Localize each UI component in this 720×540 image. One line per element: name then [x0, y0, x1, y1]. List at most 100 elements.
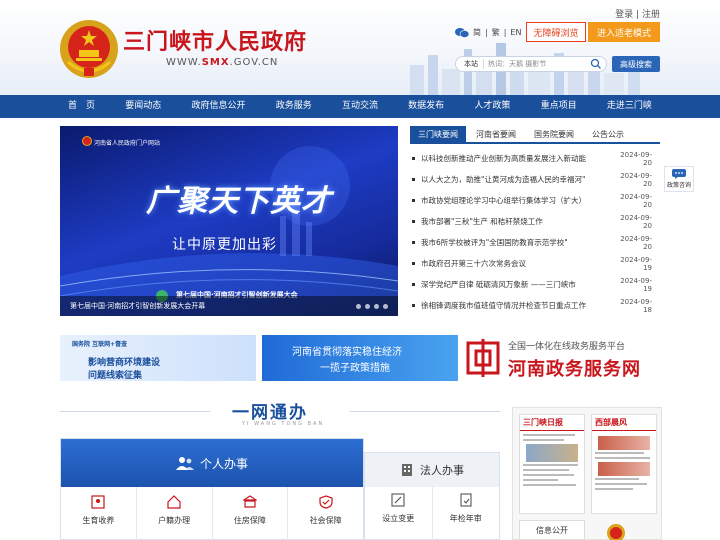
news-date: 2024-09-20 — [620, 234, 652, 251]
news-title[interactable]: 以人大之为，助推"让黄河成为造福人民的幸福河" — [421, 174, 612, 185]
bullet — [412, 220, 415, 223]
economy-policy-line2: 一揽子政策措施 — [320, 363, 390, 374]
newspaper-photo — [526, 444, 578, 462]
service-social-security[interactable]: 社会保障 — [288, 487, 363, 540]
info-disclosure-button[interactable]: 信息公开 — [519, 520, 585, 540]
text-line — [523, 469, 570, 471]
domain-suffix: .GOV.CN — [229, 57, 279, 68]
service-household-registration[interactable]: 户籍办理 — [137, 487, 213, 540]
nav-item-data[interactable]: 数据发布 — [400, 95, 452, 118]
nav-item-interaction[interactable]: 互动交流 — [334, 95, 386, 118]
search-input[interactable]: 热词：天鹅 摄影节 — [484, 59, 590, 69]
nav-item-services[interactable]: 政务服务 — [268, 95, 320, 118]
office-building-icon — [402, 464, 412, 476]
wechat-icon[interactable] — [455, 27, 469, 38]
policy-consult-button[interactable]: 政策咨询 — [664, 166, 694, 192]
news-panel: 三门峡要闻 河南省要闻 国务院要闻 公告公示 以科技创新推动产业创新为高质量发展… — [410, 126, 660, 316]
advanced-search-button[interactable]: 高级搜索 — [612, 56, 660, 72]
building-icon — [242, 495, 257, 508]
bullet — [412, 178, 415, 181]
tab-announcements[interactable]: 公告公示 — [584, 126, 632, 142]
news-date: 2024-09-20 — [620, 213, 652, 230]
accessible-browse-button[interactable]: 无障碍浏览 — [526, 22, 586, 42]
onestop-subtitle: YI WANG TONG BAN — [242, 421, 325, 427]
text-line — [523, 479, 558, 481]
list-item[interactable]: 以人大之为，助推"让黄河成为造福人民的幸福河" 2024-09-20 — [410, 169, 660, 190]
list-item[interactable]: 市政协党组理论学习中心组举行集体学习（扩大） 2024-09-20 — [410, 190, 660, 211]
service-establish-change[interactable]: 设立变更 — [365, 487, 433, 540]
text-line — [523, 484, 577, 486]
nav-item-gov-info[interactable]: 政府信息公开 — [183, 95, 253, 118]
news-title[interactable]: 我市部署"三秋"生产 和秸秆禁烧工作 — [421, 216, 612, 227]
emblem-icon[interactable] — [605, 522, 627, 540]
lang-english[interactable]: EN — [510, 28, 521, 37]
nav-item-home[interactable]: 首 页 — [60, 95, 104, 118]
nav-item-news[interactable]: 要闻动态 — [117, 95, 169, 118]
register-link[interactable]: 注册 — [642, 10, 660, 20]
policy-consult-label: 政策咨询 — [666, 182, 691, 189]
chat-bubble-icon — [672, 169, 686, 179]
text-line — [595, 457, 651, 459]
newspaper-second[interactable]: 西部晨风 — [591, 414, 657, 514]
nav-item-about-city[interactable]: 走进三门峡 — [599, 95, 660, 118]
newspaper-sanmenxia-daily[interactable]: 三门峡日报 — [519, 414, 585, 514]
nav-item-projects[interactable]: 重点项目 — [533, 95, 585, 118]
inspection-banner[interactable]: 国务院 互联网+督查 影响营商环境建设 问题线索征集 — [60, 335, 256, 381]
news-title[interactable]: 市政协党组理论学习中心组举行集体学习（扩大） — [421, 195, 612, 206]
gov-service-title: 河南政务服务网 — [508, 359, 641, 380]
carousel-dot[interactable] — [383, 304, 388, 309]
carousel-dots — [356, 304, 388, 309]
elder-mode-button[interactable]: 进入适老模式 — [588, 22, 660, 42]
account-links: 登录 | 注册 — [615, 7, 660, 20]
legal-services-tab[interactable]: 法人办事 — [365, 453, 499, 487]
news-title[interactable]: 市政府召开第三十六次常务会议 — [421, 258, 612, 269]
carousel-dot[interactable] — [374, 304, 379, 309]
service-housing[interactable]: 住房保障 — [213, 487, 289, 540]
nav-item-talent[interactable]: 人才政策 — [466, 95, 518, 118]
headline-banner[interactable]: 河南省人民政府门户网站 广聚天下英才 让中原更加出彩 第七届中国·河南招才引智创… — [60, 126, 398, 316]
henan-gov-service-banner[interactable]: 全国一体化在线政务服务平台 河南政务服务网 — [464, 335, 664, 381]
list-item[interactable]: 深学党纪严自律 砥砺清风万象新 ——三门峡市 2024-09-19 — [410, 274, 660, 295]
banner-background-art — [60, 146, 398, 316]
news-title[interactable]: 深学党纪严自律 砥砺清风万象新 ——三门峡市 — [421, 279, 612, 290]
text-line — [523, 434, 576, 436]
news-title[interactable]: 我市6所学校被评为"全国国防教育示范学校" — [421, 237, 612, 248]
heading-divider — [60, 411, 210, 412]
banner-headline: 广聚天下英才 — [146, 184, 332, 219]
tab-local-news[interactable]: 三门峡要闻 — [410, 126, 466, 142]
site-domain: WWW.SMX.GOV.CN — [166, 57, 278, 68]
list-item[interactable]: 我市6所学校被评为"全国国防教育示范学校" 2024-09-20 — [410, 232, 660, 253]
list-item[interactable]: 以科技创新推动产业创新为高质量发展注入新动能 2024-09-20 — [410, 148, 660, 169]
site-header: 三门峡市人民政府 WWW.SMX.GOV.CN 登录 | 注册 简 | 繁 | … — [0, 0, 720, 95]
service-label: 生育收养 — [82, 516, 115, 525]
list-item[interactable]: 我市部署"三秋"生产 和秸秆禁烧工作 2024-09-20 — [410, 211, 660, 232]
people-icon — [175, 457, 194, 470]
search-icon[interactable] — [590, 58, 602, 70]
tab-state-council-news[interactable]: 国务院要闻 — [526, 126, 582, 142]
banner-caption[interactable]: 第七届中国·河南招才引智创新发展大会开幕 — [60, 296, 398, 316]
lang-traditional[interactable]: 繁 — [492, 27, 500, 38]
service-label: 户籍办理 — [158, 516, 191, 525]
news-title[interactable]: 以科技创新推动产业创新为高质量发展注入新动能 — [421, 153, 612, 164]
banner-subline: 让中原更加出彩 — [172, 237, 277, 253]
list-item[interactable]: 市政府召开第三十六次常务会议 2024-09-19 — [410, 253, 660, 274]
newspaper-photo — [598, 436, 650, 450]
personal-services-tab[interactable]: 个人办事 — [61, 439, 363, 487]
text-line — [595, 483, 648, 485]
text-line — [595, 478, 639, 480]
tab-province-news[interactable]: 河南省要闻 — [468, 126, 524, 142]
search-box[interactable]: 本站 热词：天鹅 摄影节 — [455, 56, 607, 72]
bullet — [412, 241, 415, 244]
carousel-dot[interactable] — [356, 304, 361, 309]
lang-simplified[interactable]: 简 — [473, 27, 481, 38]
login-link[interactable]: 登录 — [615, 10, 633, 20]
carousel-dot[interactable] — [365, 304, 370, 309]
family-icon — [91, 495, 105, 509]
service-annual-inspection[interactable]: 年检年审 — [433, 487, 500, 540]
service-birth-adoption[interactable]: 生育收养 — [61, 487, 137, 540]
search-scope[interactable]: 本站 — [456, 59, 484, 69]
economy-policy-banner[interactable]: 河南省贯彻落实稳住经济 一揽子政策措施 — [262, 335, 458, 381]
list-item[interactable]: 徐相锋调度我市值班值守情况并检查节日重点工作 2024-09-18 — [410, 295, 660, 316]
news-title[interactable]: 徐相锋调度我市值班值守情况并检查节日重点工作 — [421, 300, 612, 311]
main-nav: 首 页 要闻动态 政府信息公开 政务服务 互动交流 数据发布 人才政策 重点项目… — [0, 95, 720, 118]
